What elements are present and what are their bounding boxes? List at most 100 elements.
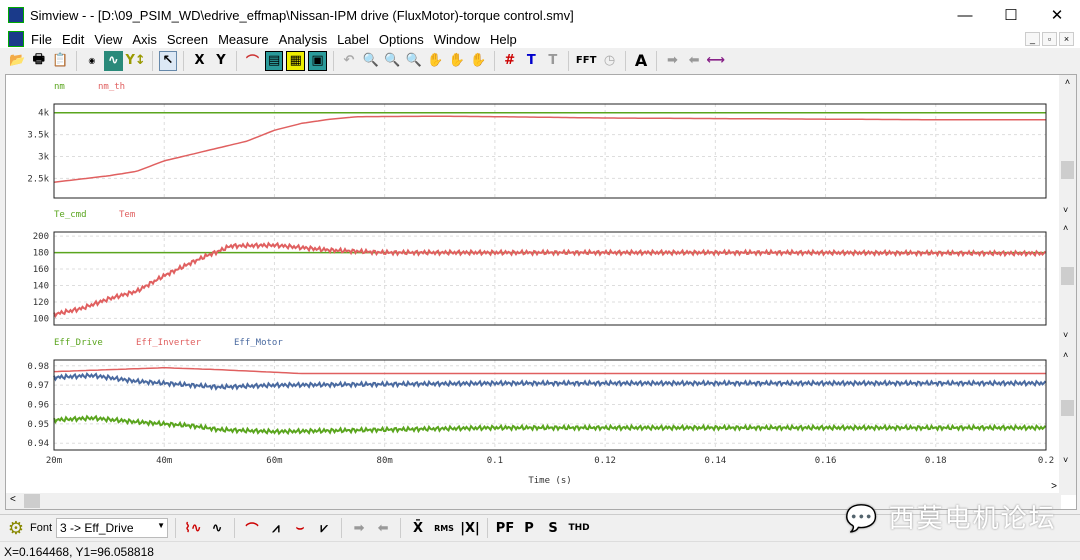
- mdi-minimize-button[interactable]: _: [1025, 32, 1040, 46]
- plot-window: nm nm_th 4k 3.5k 3k 2.5k Te_cmd Tem 200 180 160 140…: [5, 74, 1077, 510]
- y-tick-label: 0.96: [27, 401, 49, 411]
- s-button[interactable]: S: [543, 518, 563, 538]
- data-icon[interactable]: ◉: [83, 51, 102, 71]
- legend-te-cmd[interactable]: Te_cmd: [54, 210, 87, 220]
- series-eff-inverter[interactable]: [53, 367, 1046, 375]
- legend-nm-th[interactable]: nm_th: [98, 82, 125, 92]
- series-eff-drive[interactable]: [53, 414, 1047, 436]
- y-tick-label: 3.5k: [27, 131, 49, 141]
- x-tick-label: 0.16: [815, 456, 837, 466]
- y-axis-button[interactable]: Y: [212, 51, 231, 71]
- y-tick-label: 100: [33, 314, 49, 324]
- y-tick-label: 160: [33, 265, 49, 275]
- menu-measure[interactable]: Measure: [213, 32, 274, 47]
- max-icon[interactable]: ⌒: [242, 518, 262, 538]
- series-nm-th[interactable]: [53, 115, 1046, 184]
- abs-avg-button[interactable]: |X|: [460, 518, 480, 538]
- menu-file[interactable]: File: [26, 32, 57, 47]
- average-button[interactable]: X̄: [408, 518, 428, 538]
- y-tick-label: 3k: [38, 152, 49, 162]
- x-tick-label: 80m: [377, 456, 393, 466]
- legend-tem[interactable]: Tem: [119, 210, 135, 220]
- y-tick-label: 2.5k: [27, 174, 49, 184]
- menu-window[interactable]: Window: [429, 32, 485, 47]
- series-tem[interactable]: [53, 241, 1047, 319]
- arrow-left-icon[interactable]: ⬅: [685, 51, 704, 71]
- next-arrow-icon[interactable]: ➡: [349, 518, 369, 538]
- local-max-icon[interactable]: ⩘: [266, 518, 286, 538]
- settings-gear-icon[interactable]: ⚙: [6, 518, 26, 539]
- x-tick-label: 40m: [156, 456, 172, 466]
- mdi-restore-button[interactable]: ▫: [1042, 32, 1057, 46]
- arrow-both-icon[interactable]: ⟷: [706, 51, 725, 71]
- y-tick-label: 180: [33, 249, 49, 259]
- screen-layout-2-icon[interactable]: ▦: [286, 50, 306, 71]
- zoom-out-icon[interactable]: 🔍: [404, 51, 423, 71]
- waveform-plots[interactable]: nm nm_th 4k 3.5k 3k 2.5k Te_cmd Tem 200 180 160 140…: [6, 75, 1059, 493]
- grid-icon[interactable]: #: [500, 51, 519, 71]
- x-axis-button[interactable]: X: [190, 51, 209, 71]
- main-toolbar: 📂 🖶 📋 ◉ ∿ Y↕ ↖ X Y ⌒ ▤ ▦ ▣ ↶ 🔍 🔍 🔍 ✋ ✋ ✋…: [0, 48, 725, 73]
- trace-select-value: 3 -> Eff_Drive: [60, 521, 134, 535]
- legend-eff-inverter[interactable]: Eff_Inverter: [136, 338, 202, 348]
- clipboard-icon[interactable]: 📋: [51, 51, 70, 71]
- pan-y-icon[interactable]: ✋: [447, 51, 466, 71]
- maximize-button[interactable]: ☐: [988, 0, 1034, 30]
- document-icon: [8, 31, 24, 47]
- curve-icon[interactable]: ⌒: [243, 51, 262, 71]
- menu-help[interactable]: Help: [485, 32, 522, 47]
- series-eff-motor[interactable]: [53, 371, 1047, 391]
- y-tick-label: 0.94: [27, 439, 49, 449]
- print-icon[interactable]: 🖶: [30, 51, 49, 71]
- arrow-right-icon[interactable]: ➡: [663, 51, 682, 71]
- menu-axis[interactable]: Axis: [127, 32, 162, 47]
- legend-nm[interactable]: nm: [54, 82, 65, 92]
- menu-screen[interactable]: Screen: [162, 32, 213, 47]
- app-icon: [8, 7, 24, 23]
- thd-button[interactable]: THD: [567, 518, 591, 538]
- fall-edge-icon[interactable]: ∿: [207, 518, 227, 538]
- zoom-in-icon[interactable]: 🔍: [383, 51, 402, 71]
- close-button[interactable]: ✕: [1034, 0, 1080, 30]
- menu-analysis[interactable]: Analysis: [274, 32, 332, 47]
- x-tick-label: 0.18: [925, 456, 947, 466]
- screen-layout-3-icon[interactable]: ▣: [308, 50, 327, 71]
- menu-label[interactable]: Label: [332, 32, 374, 47]
- legend-eff-motor[interactable]: Eff_Motor: [234, 338, 283, 348]
- menu-options[interactable]: Options: [374, 32, 429, 47]
- legend-eff-drive[interactable]: Eff_Drive: [54, 338, 103, 348]
- select-pointer-icon[interactable]: ↖: [158, 50, 178, 71]
- undo-icon[interactable]: ↶: [340, 51, 359, 71]
- x-tick-label: 60m: [266, 456, 282, 466]
- trace-select[interactable]: 3 -> Eff_Drive ▼: [56, 518, 169, 538]
- text-button[interactable]: A: [632, 51, 651, 71]
- y-tick-label: 120: [33, 298, 49, 308]
- add-curve-icon[interactable]: ∿: [104, 50, 123, 71]
- prev-arrow-icon[interactable]: ⬅: [373, 518, 393, 538]
- menu-view[interactable]: View: [89, 32, 127, 47]
- rms-button[interactable]: RMS: [432, 518, 456, 538]
- watermark: 💬 西莫电机论坛: [845, 503, 1057, 533]
- clock-icon[interactable]: ◷: [600, 51, 619, 71]
- pan-icon[interactable]: ✋: [469, 51, 488, 71]
- min-icon[interactable]: ⌣: [290, 518, 310, 538]
- local-min-icon[interactable]: ⩗: [314, 518, 334, 538]
- p-button[interactable]: P: [519, 518, 539, 538]
- vertical-scrollbar[interactable]: ˄ ˅ ˄ ˅ ˄ ˅: [1059, 75, 1076, 495]
- pan-xy-icon[interactable]: ✋: [426, 51, 445, 71]
- font-button[interactable]: Font: [30, 522, 52, 534]
- status-bar: X=0.164468, Y1=96.058818: [0, 541, 1080, 560]
- y-tick-label: 0.97: [27, 381, 49, 391]
- pf-button[interactable]: PF: [495, 518, 515, 538]
- minimize-button[interactable]: —: [942, 0, 988, 30]
- cursor-icon[interactable]: T: [522, 51, 541, 71]
- menu-edit[interactable]: Edit: [57, 32, 89, 47]
- cursor-2-icon[interactable]: T: [544, 51, 563, 71]
- screen-layout-1-icon[interactable]: ▤: [264, 50, 284, 71]
- zoom-icon[interactable]: 🔍: [361, 51, 380, 71]
- open-icon[interactable]: 📂: [8, 51, 27, 71]
- fft-button[interactable]: FFT: [575, 51, 597, 71]
- y-axis-icon[interactable]: Y↕: [126, 51, 146, 71]
- mdi-close-button[interactable]: ×: [1059, 32, 1074, 46]
- rise-edge-icon[interactable]: ⌇∿: [183, 518, 203, 538]
